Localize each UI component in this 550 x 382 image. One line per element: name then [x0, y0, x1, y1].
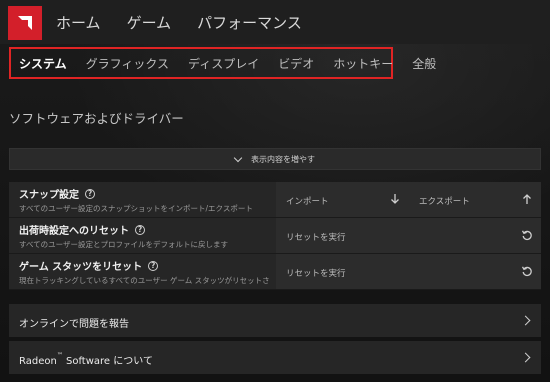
setting-actions: リセットを実行 [276, 254, 541, 289]
reset-icon[interactable] [521, 265, 533, 277]
show-more-label: 表示内容を増やす [251, 154, 315, 164]
amd-logo-icon[interactable] [8, 6, 42, 40]
setting-title: 出荷時設定へのリセット [19, 226, 129, 237]
setting-description: 現在トラッキングしているすべてのユーザー ゲーム スタッツがリセットされ... [19, 276, 269, 285]
tab-video[interactable]: ビデオ [278, 55, 314, 72]
about-software-label: Radeon™ Software について [19, 352, 153, 367]
setting-title-wrap: スナップ設定 ? [19, 186, 95, 201]
setting-info: 出荷時設定へのリセット ? すべてのユーザー設定とプロファイルをデフォルトに戻し… [9, 218, 274, 253]
setting-row-factory-reset: 出荷時設定へのリセット ? すべてのユーザー設定とプロファイルをデフォルトに戻し… [9, 218, 541, 254]
setting-title-wrap: 出荷時設定へのリセット ? [19, 222, 145, 237]
setting-info: スナップ設定 ? すべてのユーザー設定のスナップショットをインポート/エクスポー… [9, 182, 274, 217]
tab-hotkeys[interactable]: ホットキー [333, 55, 393, 72]
help-icon[interactable]: ? [135, 224, 145, 235]
setting-title: ゲーム スタッツをリセット [19, 262, 143, 273]
report-issue-card[interactable]: オンラインで問題を報告 [9, 304, 541, 337]
setting-title: スナップ設定 [19, 190, 79, 201]
setting-info: ゲーム スタッツをリセット ? 現在トラッキングしているすべてのユーザー ゲーム… [9, 254, 274, 289]
about-label-suffix: Software について [62, 356, 153, 367]
about-software-card[interactable]: Radeon™ Software について [9, 341, 541, 374]
tab-display[interactable]: ディスプレイ [188, 55, 259, 72]
setting-actions: インポート エクスポート [276, 182, 541, 217]
help-icon[interactable]: ? [148, 260, 159, 271]
reset-icon[interactable] [521, 229, 533, 241]
chevron-right-icon [520, 315, 531, 326]
setting-title-wrap: ゲーム スタッツをリセット ? [19, 258, 159, 273]
download-arrow-icon[interactable] [389, 193, 401, 205]
chevron-right-icon [520, 352, 531, 363]
section-title: ソフトウェアおよびドライバー [9, 111, 184, 126]
report-issue-label: オンラインで問題を報告 [19, 319, 129, 330]
chevron-down-icon [233, 153, 243, 162]
help-icon[interactable]: ? [85, 188, 95, 199]
tab-general[interactable]: 全般 [412, 55, 436, 72]
show-more-button[interactable]: 表示内容を増やす [9, 148, 541, 170]
import-button[interactable]: インポート [286, 195, 329, 207]
tab-system[interactable]: システム [19, 55, 67, 79]
setting-actions: リセットを実行 [276, 218, 541, 253]
top-bar: ホーム ゲーム パフォーマンス [0, 0, 550, 44]
setting-description: すべてのユーザー設定のスナップショットをインポート/エクスポート [19, 204, 253, 213]
reset-button[interactable]: リセットを実行 [286, 267, 346, 279]
about-label-prefix: Radeon [19, 356, 57, 367]
tab-graphics[interactable]: グラフィックス [86, 55, 169, 72]
upload-arrow-icon[interactable] [521, 193, 533, 205]
reset-button[interactable]: リセットを実行 [286, 231, 346, 243]
setting-description: すべてのユーザー設定とプロファイルをデフォルトに戻します [19, 240, 229, 249]
nav-home[interactable]: ホーム [56, 12, 101, 33]
settings-list: スナップ設定 ? すべてのユーザー設定のスナップショットをインポート/エクスポー… [9, 182, 541, 290]
nav-games[interactable]: ゲーム [127, 12, 172, 33]
setting-row-game-stats-reset: ゲーム スタッツをリセット ? 現在トラッキングしているすべてのユーザー ゲーム… [9, 254, 541, 290]
main-nav: ホーム ゲーム パフォーマンス [56, 0, 302, 44]
export-button[interactable]: エクスポート [419, 195, 470, 207]
setting-row-snapshot: スナップ設定 ? すべてのユーザー設定のスナップショットをインポート/エクスポー… [9, 182, 541, 218]
nav-performance[interactable]: パフォーマンス [197, 12, 302, 33]
sub-nav-tabs: システム グラフィックス ディスプレイ ビデオ ホットキー 全般 [9, 47, 436, 79]
